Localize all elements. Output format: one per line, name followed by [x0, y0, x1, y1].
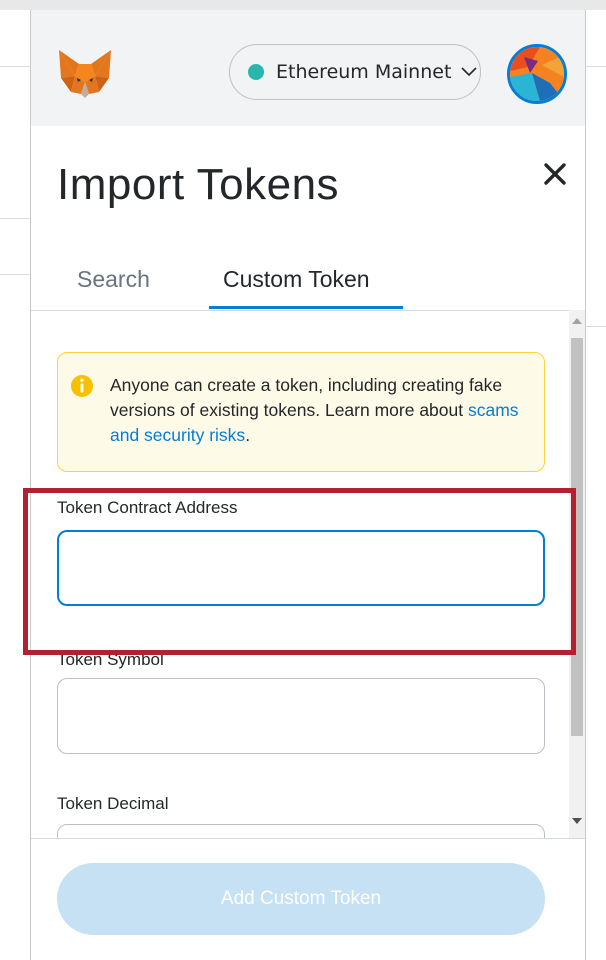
scroll-thumb[interactable]	[571, 338, 583, 736]
browser-background	[0, 0, 606, 10]
close-icon[interactable]	[541, 160, 569, 188]
account-avatar[interactable]	[507, 44, 567, 104]
background-divider	[0, 218, 30, 219]
warning-message: Anyone can create a token, including cre…	[110, 375, 503, 420]
tab-custom-token[interactable]: Custom Token	[223, 266, 370, 293]
custom-token-form: Anyone can create a token, including cre…	[31, 310, 585, 838]
token-symbol-label: Token Symbol	[57, 650, 164, 669]
content-scrollbar[interactable]	[569, 310, 585, 838]
token-contract-address-label: Token Contract Address	[57, 498, 238, 517]
scroll-up-arrow[interactable]	[572, 318, 582, 324]
page-title: Import Tokens	[57, 160, 340, 209]
background-divider	[0, 66, 30, 67]
background-divider	[584, 326, 606, 327]
network-status-dot	[248, 64, 264, 80]
network-selector[interactable]: Ethereum Mainnet	[229, 44, 481, 100]
app-header: Ethereum Mainnet	[31, 10, 585, 126]
token-contract-address-input[interactable]	[57, 530, 545, 606]
tab-search[interactable]: Search	[77, 266, 150, 293]
metamask-fox-icon[interactable]	[57, 48, 113, 100]
add-custom-token-button[interactable]: Add Custom Token	[57, 863, 545, 935]
scroll-down-arrow[interactable]	[572, 818, 582, 824]
active-tab-indicator	[209, 306, 403, 309]
info-icon	[71, 375, 93, 397]
scam-warning-banner: Anyone can create a token, including cre…	[57, 352, 545, 472]
warning-suffix: .	[245, 425, 251, 445]
background-divider	[0, 274, 30, 275]
tab-bar: Search Custom Token	[31, 248, 585, 311]
token-decimal-input[interactable]	[57, 824, 545, 838]
token-decimal-label: Token Decimal	[57, 794, 169, 813]
footer: Add Custom Token	[31, 838, 585, 960]
chevron-down-icon	[461, 67, 477, 77]
metamask-popup: Ethereum Mainnet Import Tokens Search Cu…	[30, 10, 586, 960]
identicon	[510, 47, 564, 101]
background-divider	[584, 66, 606, 67]
token-symbol-input[interactable]	[57, 678, 545, 754]
network-label: Ethereum Mainnet	[276, 61, 452, 83]
warning-text: Anyone can create a token, including cre…	[110, 373, 530, 448]
